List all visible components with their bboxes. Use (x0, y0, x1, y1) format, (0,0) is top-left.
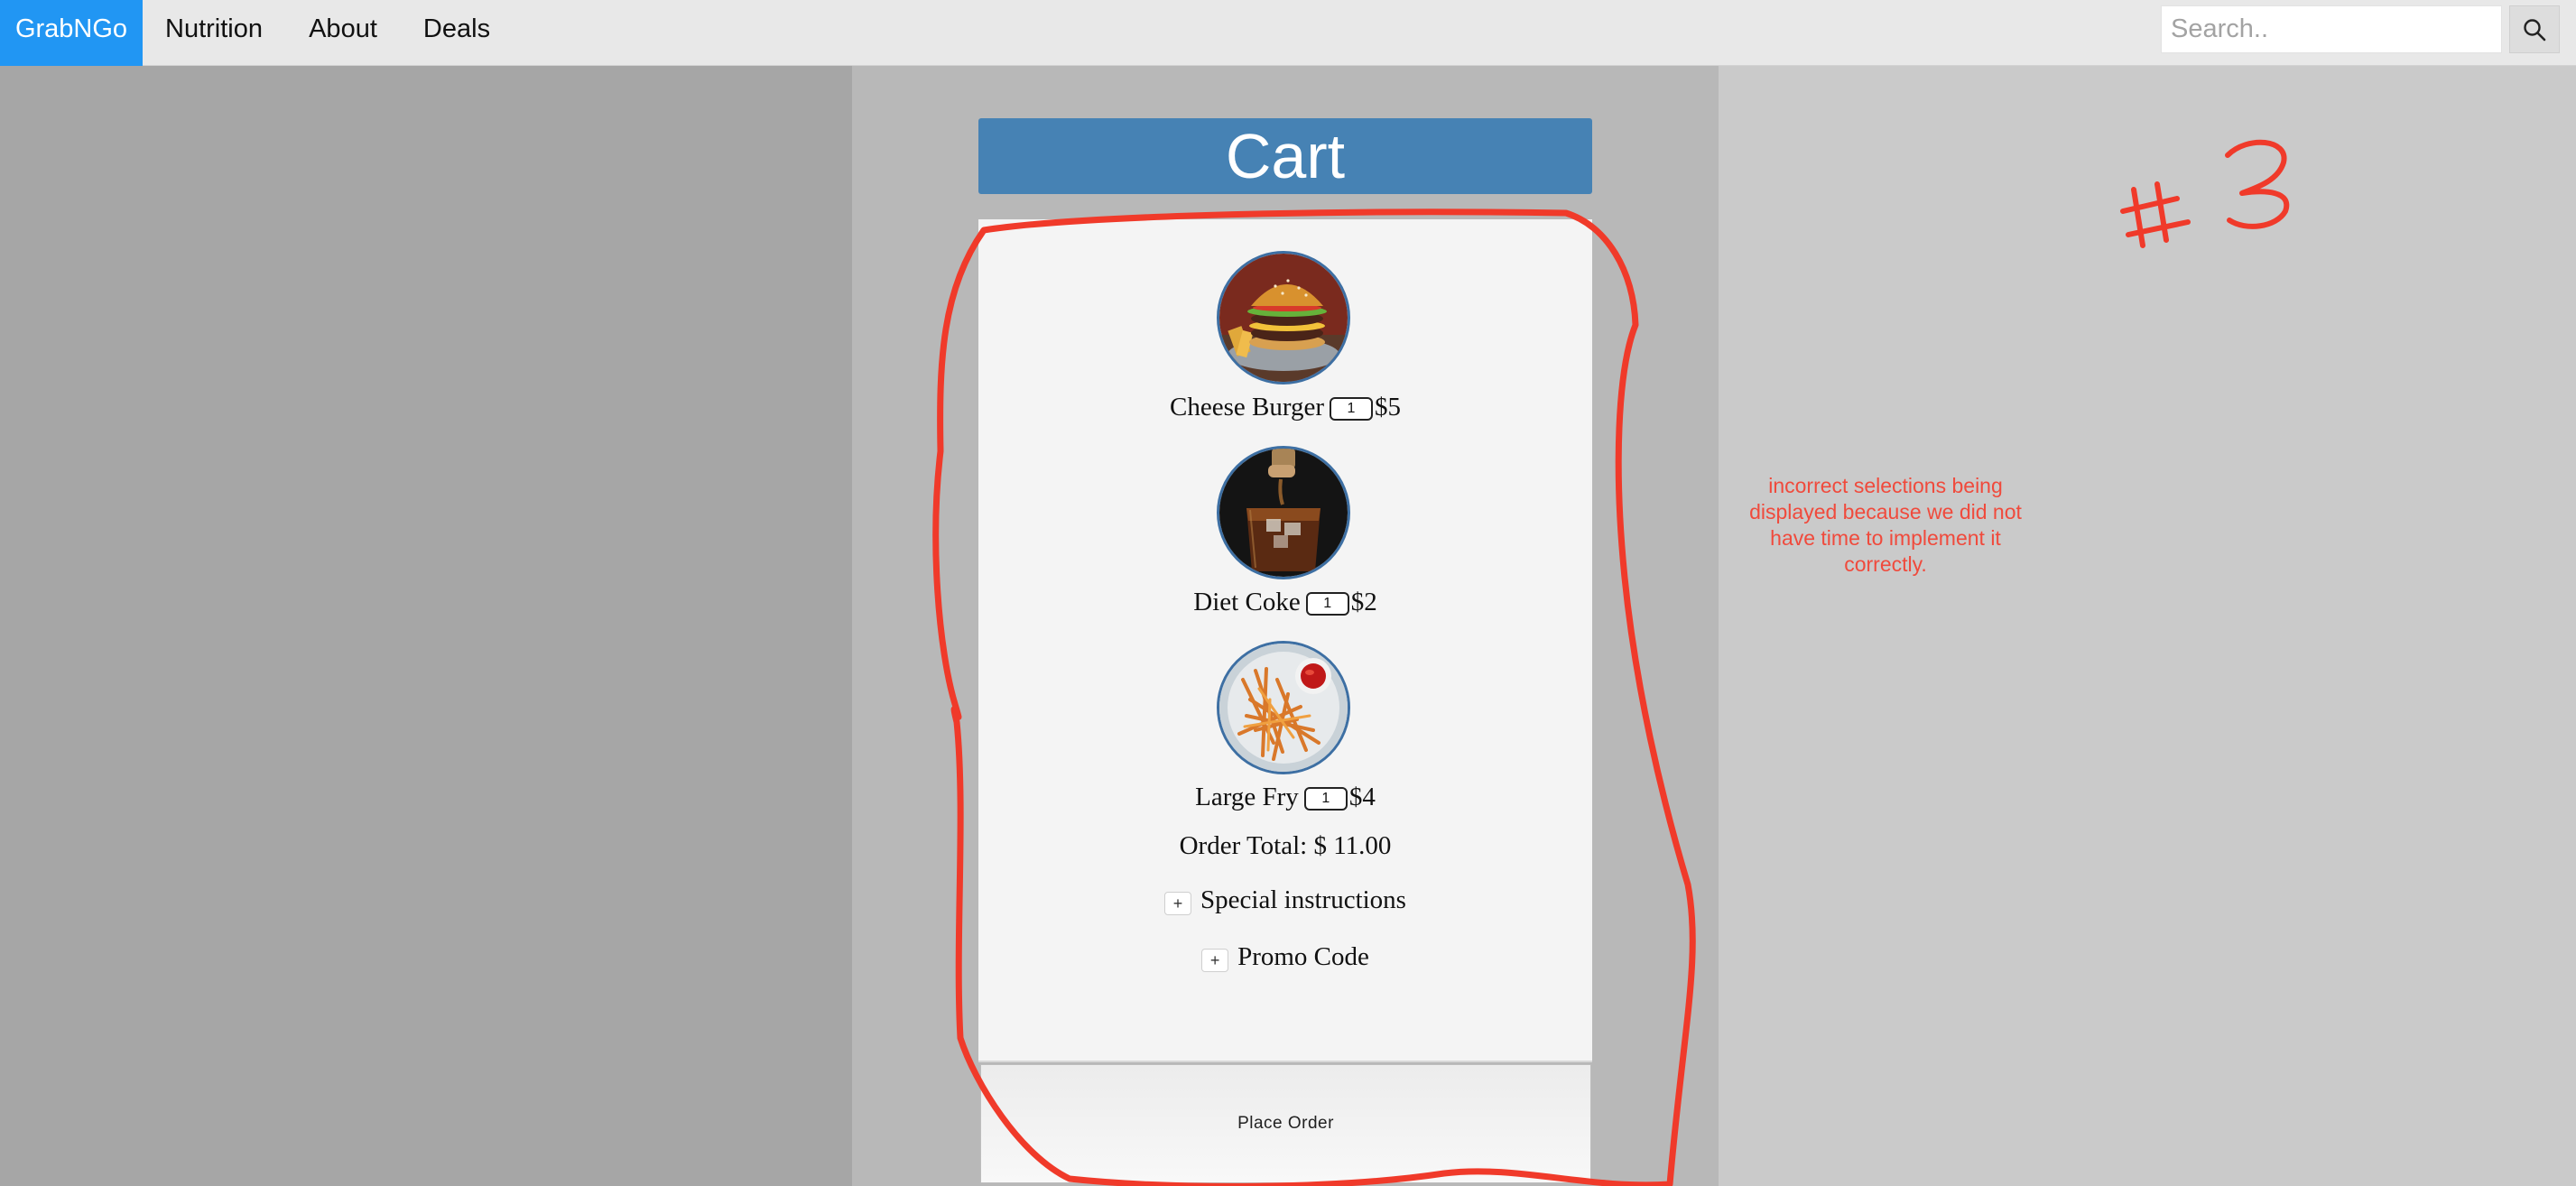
cart-item-row: Cheese Burger 1 $5 (978, 388, 1592, 426)
nav-link-about[interactable]: About (285, 0, 401, 66)
place-order-button[interactable]: Place Order (980, 1064, 1591, 1183)
right-column (1719, 66, 2576, 1186)
cart-title: Cart (978, 118, 1592, 194)
nav-link-nutrition[interactable]: Nutrition (143, 0, 285, 66)
item-price: $4 (1348, 782, 1376, 811)
item-name: Cheese Burger (1170, 392, 1324, 422)
french-fries-image (1217, 641, 1350, 774)
item-name: Diet Coke (1193, 587, 1301, 616)
search-icon (2524, 18, 2546, 41)
quantity-input[interactable]: 1 (1330, 397, 1373, 421)
expand-promo-code-button[interactable]: + (1201, 948, 1229, 972)
cheeseburger-image (1217, 251, 1350, 385)
special-instructions-label: Special instructions (1200, 885, 1406, 914)
search-button[interactable] (2509, 5, 2560, 53)
quantity-input[interactable]: 1 (1305, 592, 1349, 616)
item-price: $5 (1375, 392, 1401, 422)
promo-code-row: + Promo Code (978, 942, 1592, 972)
order-total: Order Total: $ 11.00 (1179, 831, 1392, 860)
cart-item-row: Large Fry 1 $4 (978, 778, 1592, 816)
search-input[interactable] (2161, 5, 2502, 53)
nav-link-deals[interactable]: Deals (401, 0, 513, 66)
nav-brand-link[interactable]: GrabNGo (0, 0, 143, 66)
cart-panel: Cheese Burger 1 $5 Diet Coke 1 $2 Large … (978, 219, 1592, 1062)
annotation-note: incorrect selections being displayed bec… (1749, 474, 2022, 576)
item-name: Large Fry (1195, 782, 1299, 811)
quantity-input[interactable]: 1 (1303, 787, 1348, 811)
cola-glass-image (1217, 446, 1350, 579)
promo-code-label: Promo Code (1237, 942, 1369, 971)
left-column (0, 66, 852, 1186)
top-navigation-bar: GrabNGo Nutrition About Deals (0, 0, 2576, 66)
expand-special-instructions-button[interactable]: + (1164, 891, 1192, 915)
special-instructions-row: + Special instructions (978, 885, 1592, 915)
item-price: $2 (1350, 587, 1377, 616)
cart-item-row: Diet Coke 1 $2 (978, 583, 1592, 621)
